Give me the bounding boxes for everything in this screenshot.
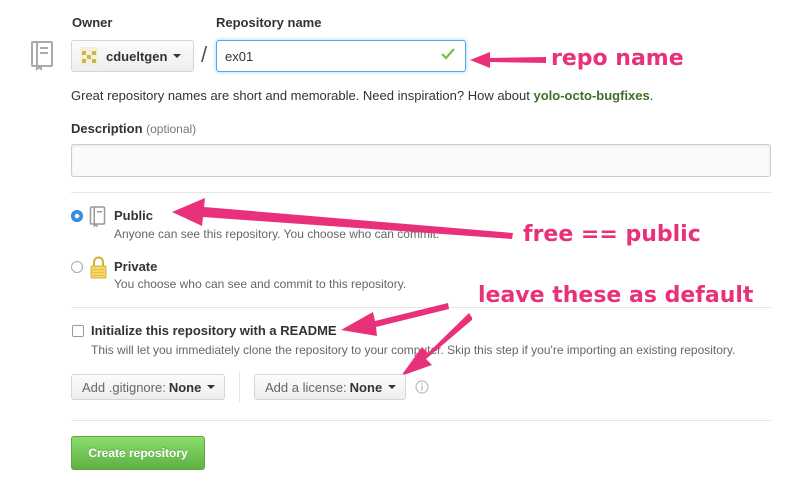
- slash-separator: /: [201, 42, 208, 67]
- annotation-defaults: leave these as default: [478, 283, 754, 308]
- description-optional: (optional): [146, 122, 197, 136]
- annotation-free-public: free == public: [523, 222, 701, 247]
- private-description: You choose who can see and commit to thi…: [114, 277, 407, 291]
- name-hint-text: Great repository names are short and mem…: [71, 88, 534, 103]
- arrow-public: [172, 198, 513, 239]
- license-dropdown[interactable]: Add a license: None: [254, 374, 406, 400]
- license-prefix: Add a license:: [265, 379, 347, 395]
- divider-1: [71, 192, 771, 193]
- create-repository-button[interactable]: Create repository: [71, 436, 205, 470]
- chevron-down-icon: [207, 385, 216, 389]
- arrow-repo-name: [470, 52, 546, 68]
- private-radio[interactable]: [71, 261, 83, 273]
- gitignore-value: None: [168, 379, 202, 395]
- public-label[interactable]: Public: [114, 208, 153, 223]
- check-icon: [441, 47, 455, 64]
- name-hint: Great repository names are short and mem…: [71, 88, 653, 103]
- annotation-repo-name: repo name: [551, 46, 684, 71]
- owner-dropdown[interactable]: cdueltgen: [71, 40, 194, 72]
- chevron-down-icon: [388, 385, 397, 389]
- lock-icon: [90, 256, 107, 282]
- info-icon[interactable]: [415, 380, 429, 397]
- public-book-icon: [89, 206, 107, 231]
- repo-book-icon: [30, 40, 54, 75]
- public-radio[interactable]: [71, 210, 83, 222]
- description-label: Description (optional): [71, 121, 196, 136]
- chevron-down-icon: [173, 54, 182, 58]
- gitignore-dropdown[interactable]: Add .gitignore: None: [71, 374, 225, 400]
- owner-avatar: [80, 47, 98, 65]
- owner-name: cdueltgen: [106, 48, 168, 64]
- arrow-license: [401, 313, 472, 376]
- description-input[interactable]: [71, 144, 771, 177]
- name-hint-end: .: [649, 88, 654, 103]
- repo-name-input[interactable]: ex01: [216, 40, 466, 72]
- private-label[interactable]: Private: [114, 259, 157, 274]
- description-label-text: Description: [71, 121, 143, 136]
- repo-name-value: ex01: [225, 49, 254, 64]
- owner-label: Owner: [72, 15, 113, 30]
- suggestion-link[interactable]: yolo-octo-bugfixes: [533, 88, 649, 103]
- dropdown-separator: [239, 372, 240, 402]
- gitignore-prefix: Add .gitignore:: [82, 379, 166, 395]
- readme-checkbox[interactable]: [72, 325, 84, 337]
- repo-name-label: Repository name: [216, 15, 322, 30]
- readme-label[interactable]: Initialize this repository with a README: [91, 323, 337, 338]
- license-value: None: [349, 379, 383, 395]
- divider-3: [71, 420, 771, 421]
